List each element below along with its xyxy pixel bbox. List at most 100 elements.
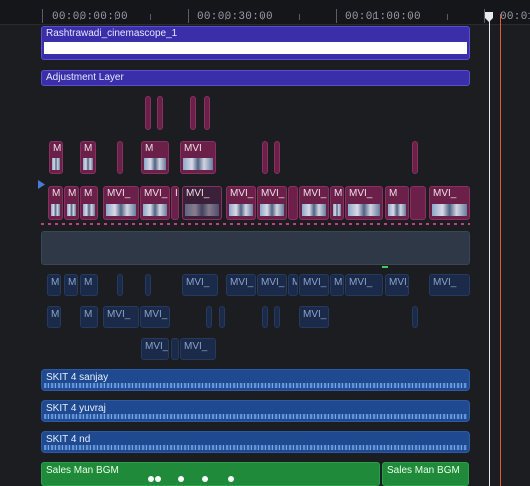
audio-clip[interactable]: MVI_ [429, 274, 470, 296]
audio-clip[interactable] [171, 338, 179, 360]
title-clip-label: Rashtrawadi_cinemascope_1 [46, 28, 178, 39]
connector-clip[interactable] [157, 96, 163, 130]
video-clip[interactable] [410, 186, 426, 220]
audio-clip[interactable]: M [64, 274, 78, 296]
clip-thumbnail [83, 158, 93, 170]
video-clip[interactable]: M [80, 141, 96, 174]
clip-thumbnail [51, 204, 60, 216]
video-clip[interactable]: MVI_ [429, 186, 470, 220]
adjustment-layer-clip[interactable]: Adjustment Layer [41, 70, 470, 86]
video-clip[interactable] [262, 141, 268, 174]
voice-track-yuvraj[interactable]: SKIT 4 yuvraj [41, 400, 470, 422]
audio-clip[interactable]: MVI_ [140, 306, 170, 328]
ruler-minor-tick [150, 14, 151, 20]
bgm-track[interactable]: Sales Man BGM [382, 462, 469, 486]
audio-clip[interactable]: MVI_ [103, 306, 139, 328]
video-clip[interactable]: MVI_ [345, 186, 383, 220]
audio-clip[interactable]: M [330, 274, 344, 296]
video-clip[interactable] [412, 141, 418, 174]
clip-thumbnail [333, 204, 341, 216]
audio-clip[interactable]: MVI_ [345, 274, 383, 296]
video-clip[interactable]: M [49, 141, 63, 174]
time-ruler[interactable]: 00:00:00:00 00:00:30:00 00:01:00:00 00:0… [0, 0, 530, 25]
clip-label: MVI_ [186, 277, 210, 288]
bgm-track[interactable]: Sales Man BGM [41, 462, 380, 486]
keyframe-icon[interactable] [178, 476, 184, 482]
video-clip[interactable] [274, 141, 280, 174]
audio-clip[interactable]: MVI_ [257, 274, 287, 296]
ruler-time-0: 00:00:00:00 [52, 11, 128, 23]
audio-clip[interactable]: MVI_ [226, 274, 256, 296]
keyframe-icon[interactable] [148, 476, 154, 482]
audio-clip[interactable] [274, 306, 280, 328]
keyframe-icon[interactable] [228, 476, 234, 482]
title-clip[interactable]: Rashtrawadi_cinemascope_1 [41, 26, 470, 60]
end-marker-line [500, 14, 501, 486]
video-clip[interactable]: M [64, 186, 79, 220]
audio-clip[interactable]: M [80, 274, 98, 296]
clip-thumbnail [229, 204, 253, 216]
video-clip[interactable]: M [80, 186, 98, 220]
voice-track-nd[interactable]: SKIT 4 nd [41, 431, 470, 453]
audio-clip[interactable]: MVI_ [182, 274, 218, 296]
connector-clip[interactable] [145, 96, 151, 130]
clip-label: MVI_ [107, 188, 131, 199]
ruler-tick [188, 9, 189, 23]
keyframe-icon[interactable] [155, 476, 161, 482]
audio-clip[interactable]: M [47, 306, 61, 328]
video-clip[interactable]: M [141, 141, 169, 174]
audio-clip[interactable]: MVI_ [299, 274, 329, 296]
video-clip[interactable]: MVI_ [103, 186, 139, 220]
audio-clip[interactable]: M [47, 274, 61, 296]
audio-clip[interactable]: M [80, 306, 98, 328]
audio-clip[interactable] [145, 274, 151, 296]
audio-clip[interactable] [117, 274, 123, 296]
gap-track[interactable] [41, 231, 470, 265]
clip-thumbnail [260, 204, 284, 216]
clip-label: MVI_ [389, 277, 408, 288]
timeline-panel[interactable]: 00:00:00:00 00:00:30:00 00:01:00:00 00:0… [0, 0, 530, 486]
video-clip[interactable]: MVI_ [140, 186, 170, 220]
video-clip[interactable]: MVI [180, 141, 216, 174]
connector-clip[interactable] [190, 96, 196, 130]
bgm-track-label: Sales Man BGM [387, 465, 460, 476]
connector-clip[interactable] [204, 96, 210, 130]
video-clip[interactable]: MVI_ [299, 186, 329, 220]
clip-label: MVI_ [303, 277, 327, 288]
clip-label: I [175, 188, 178, 199]
clip-label: M [53, 143, 62, 154]
clip-label: M [334, 277, 343, 288]
audio-clip[interactable] [219, 306, 225, 328]
clip-label: MVI_ [433, 188, 457, 199]
clip-label: MVI_ [230, 188, 254, 199]
clip-label: MVI_ [261, 277, 285, 288]
waveform [44, 445, 467, 450]
clip-thumbnail [348, 204, 380, 216]
keyframe-icon[interactable] [202, 476, 208, 482]
video-clip[interactable] [117, 141, 123, 174]
audio-clip[interactable]: MVI_ [141, 338, 169, 360]
audio-clip[interactable]: MVI_ [180, 338, 216, 360]
audio-clip[interactable] [206, 306, 212, 328]
audio-clip[interactable] [262, 306, 268, 328]
video-clip[interactable] [288, 186, 298, 220]
video-clip[interactable]: MVI_ [182, 186, 222, 220]
clip-thumbnail [67, 204, 76, 216]
clip-label: MVI_ [144, 188, 168, 199]
video-clip[interactable]: M [385, 186, 409, 220]
video-clip[interactable]: MVI_ [226, 186, 256, 220]
voice-track-sanjay[interactable]: SKIT 4 sanjay [41, 369, 470, 391]
audio-clip[interactable]: MVI_ [385, 274, 409, 296]
ruler-tick [336, 9, 337, 23]
clip-label: MVI_ [144, 309, 168, 320]
video-clip[interactable]: M [330, 186, 344, 220]
clip-label: M [51, 277, 60, 288]
audio-clip[interactable]: M [288, 274, 298, 296]
audio-clip[interactable]: MVI_ [299, 306, 329, 328]
video-clip[interactable]: MVI_ [257, 186, 287, 220]
video-clip[interactable]: M [48, 186, 63, 220]
video-clip[interactable]: I [171, 186, 179, 220]
playhead-line[interactable] [489, 14, 490, 486]
clip-label: M [68, 188, 77, 199]
audio-clip[interactable] [412, 306, 418, 328]
